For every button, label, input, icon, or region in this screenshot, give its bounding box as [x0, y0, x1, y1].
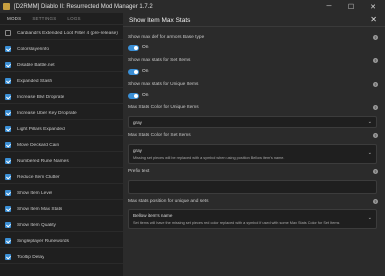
mod-item[interactable]: Disable Battle.net [0, 59, 123, 72]
mod-checkbox[interactable] [5, 126, 11, 132]
window-title: [D2RMM] Diablo II: Resurrected Mod Manag… [14, 3, 153, 10]
prefix-label: Prefix text [128, 169, 150, 174]
unique-color-select[interactable]: gray ⌄ [128, 116, 377, 128]
chevron-down-icon: ⌄ [367, 215, 372, 221]
mod-item[interactable]: Light Pillars Expanded [0, 123, 123, 136]
mod-checkbox[interactable] [5, 30, 11, 36]
unique-color-value: gray [133, 120, 142, 125]
mod-checkbox[interactable] [5, 206, 11, 212]
mod-list-panel: MODS SETTINGS LOGS Cardiandi's Extended … [0, 13, 123, 276]
dialog-divider [123, 26, 385, 27]
tab-logs[interactable]: LOGS [67, 16, 80, 21]
close-dialog-icon[interactable]: ✕ [370, 15, 377, 24]
dialog-title: Show Item Max Stats [129, 17, 191, 24]
mod-label: Show Item Max Stats [17, 206, 63, 212]
mod-checkbox[interactable] [5, 158, 11, 164]
unique-color-label: Max Stats Color for Unique Items [128, 105, 199, 110]
chevron-down-icon: ⌄ [367, 119, 372, 125]
info-icon[interactable]: ? [373, 133, 378, 138]
mod-checkbox[interactable] [5, 254, 11, 260]
armor-base-label: Show max def for armors Base type [128, 35, 205, 40]
set-items-state: On [142, 69, 149, 74]
armor-base-state: On [142, 45, 149, 50]
mod-item[interactable]: Show Item Level [0, 187, 123, 200]
mod-label: Light Pillars Expanded [17, 126, 65, 132]
mod-item[interactable]: Reduce Item Clutter [0, 171, 123, 184]
mod-checkbox[interactable] [5, 94, 11, 100]
mod-checkbox[interactable] [5, 142, 11, 148]
mod-checkbox[interactable] [5, 62, 11, 68]
set-color-label: Max Stats Color for Set Items [128, 133, 191, 138]
mod-label: Increase Uber Key Droprate [17, 110, 77, 116]
mod-label: Singleplayer Runewords [17, 238, 69, 244]
mod-item[interactable]: Move Deckard Cain [0, 139, 123, 152]
mod-label: Colorslayerinfo [17, 46, 49, 52]
mod-item[interactable]: Increase Uber Key Droprate [0, 107, 123, 120]
mod-label: Move Deckard Cain [17, 142, 60, 148]
mod-checkbox[interactable] [5, 190, 11, 196]
info-icon[interactable]: ? [373, 82, 378, 87]
tab-mods[interactable]: MODS [7, 16, 21, 21]
armor-base-toggle[interactable] [128, 45, 139, 51]
mod-checkbox[interactable] [5, 222, 11, 228]
mod-item[interactable]: Show Item Quality [0, 219, 123, 232]
unique-items-label: Show max stats for Unique Items [128, 82, 199, 87]
settings-dialog: Show Item Max Stats ✕ Show max def for a… [123, 13, 385, 276]
mod-item[interactable]: Show Item Max Stats [0, 203, 123, 216]
position-description: Set items will have the missing set piec… [133, 221, 340, 225]
mod-label: Tooltip Delay [17, 254, 45, 260]
info-icon[interactable]: ? [373, 169, 378, 174]
mod-checkbox[interactable] [5, 174, 11, 180]
mod-label: Reduce Item Clutter [17, 174, 60, 180]
set-color-description: Missing set pieces will be replaced with… [133, 156, 285, 160]
title-bar: [D2RMM] Diablo II: Resurrected Mod Manag… [0, 0, 385, 13]
info-icon[interactable]: ? [373, 35, 378, 40]
mod-label: Show Item Level [17, 190, 53, 196]
unique-items-toggle[interactable] [128, 93, 139, 99]
mod-label: Expanded Stash [17, 78, 53, 84]
tab-settings[interactable]: SETTINGS [32, 16, 56, 21]
mod-label: Show Item Quality [17, 222, 56, 228]
info-icon[interactable]: ? [373, 58, 378, 63]
maximize-button[interactable]: ☐ [340, 0, 362, 13]
prefix-input[interactable] [128, 180, 377, 194]
mod-item[interactable]: Expanded Stash [0, 75, 123, 88]
set-color-select[interactable]: gray Missing set pieces will be replaced… [128, 144, 377, 164]
set-items-label: Show max stats for Set Items [128, 58, 191, 63]
info-icon[interactable]: ? [373, 199, 378, 204]
mod-label: Increase Blvl Droprate [17, 94, 65, 100]
mod-item[interactable]: Singleplayer Runewords [0, 235, 123, 248]
mod-item[interactable]: Increase Blvl Droprate [0, 91, 123, 104]
mod-checkbox[interactable] [5, 238, 11, 244]
mod-label: Numbered Rune Names [17, 158, 69, 164]
chevron-down-icon: ⌄ [367, 150, 372, 156]
mod-item[interactable]: Numbered Rune Names [0, 155, 123, 168]
mod-item[interactable]: Colorslayerinfo [0, 43, 123, 56]
mod-item[interactable]: Tooltip Delay [0, 251, 123, 264]
mod-checkbox[interactable] [5, 110, 11, 116]
set-color-value: gray [133, 148, 142, 153]
position-label: Max stats position for unique and sets [128, 199, 209, 204]
unique-items-state: On [142, 93, 149, 98]
position-select[interactable]: Bellow item's name Set items will have t… [128, 209, 377, 229]
mod-label: Disable Battle.net [17, 62, 55, 68]
mod-item[interactable]: Cardiandi's Extended Loot Filter 4 (pre-… [0, 27, 123, 40]
info-icon[interactable]: ? [373, 105, 378, 110]
close-window-button[interactable]: ✕ [362, 0, 384, 13]
minimize-button[interactable]: ─ [318, 0, 340, 13]
tab-bar: MODS SETTINGS LOGS [0, 13, 123, 25]
mod-checkbox[interactable] [5, 46, 11, 52]
mod-checkbox[interactable] [5, 78, 11, 84]
position-value: Bellow item's name [133, 213, 173, 218]
set-items-toggle[interactable] [128, 69, 139, 75]
mod-label: Cardiandi's Extended Loot Filter 4 (pre-… [17, 30, 118, 36]
app-icon [3, 3, 10, 10]
